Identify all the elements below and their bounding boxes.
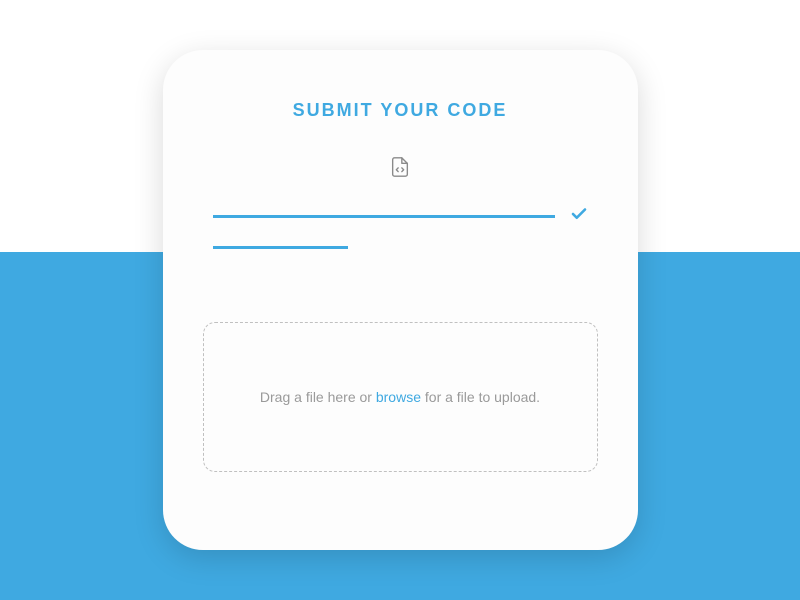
progress-row-1 bbox=[213, 205, 588, 228]
progress-row-2 bbox=[213, 246, 588, 249]
upload-progress bbox=[203, 205, 598, 267]
dropzone-suffix: for a file to upload. bbox=[421, 389, 540, 405]
check-icon bbox=[570, 205, 588, 228]
progress-bar-complete bbox=[213, 215, 555, 218]
card-title: SUBMIT YOUR CODE bbox=[293, 100, 508, 121]
dropzone-text: Drag a file here or browse for a file to… bbox=[260, 389, 540, 405]
file-dropzone[interactable]: Drag a file here or browse for a file to… bbox=[203, 322, 598, 472]
progress-bar-partial bbox=[213, 246, 348, 249]
code-file-icon bbox=[389, 156, 411, 183]
browse-link[interactable]: browse bbox=[376, 389, 421, 405]
dropzone-prefix: Drag a file here or bbox=[260, 389, 376, 405]
upload-card: SUBMIT YOUR CODE Drag a file here or bro… bbox=[163, 50, 638, 550]
